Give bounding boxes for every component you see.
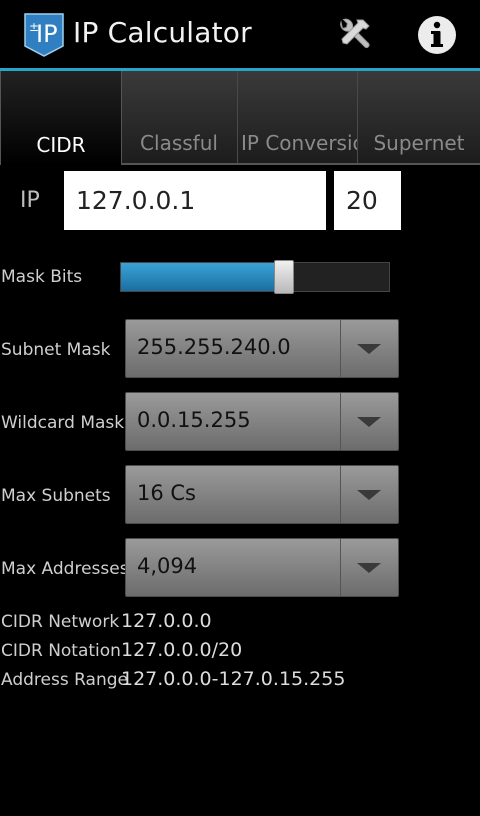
max-subnets-label: Max Subnets	[1, 486, 111, 506]
tools-icon[interactable]	[333, 16, 373, 56]
mask-bits-label: Mask Bits	[1, 267, 83, 287]
tab-label: Supernet	[373, 131, 465, 155]
cidr-notation-value: 127.0.0.0/20	[121, 639, 243, 661]
subnet-mask-label: Subnet Mask	[1, 340, 111, 360]
app-title: IP Calculator	[73, 16, 252, 49]
max-addresses-value: 4,094	[137, 554, 198, 578]
app-logo-icon: ± IP	[24, 13, 64, 57]
dropdown-separator	[340, 320, 341, 377]
cidr-network-value: 127.0.0.0	[121, 610, 212, 632]
chevron-down-icon	[357, 490, 381, 500]
chevron-down-icon	[357, 344, 381, 354]
tab-classful[interactable]: Classful	[121, 71, 238, 163]
ip-input[interactable]	[64, 171, 326, 230]
action-bar: ± IP IP Calculator	[0, 0, 480, 71]
tab-baseline	[121, 163, 480, 165]
address-range-label: Address Range	[1, 670, 128, 690]
tab-supernet[interactable]: Supernet	[358, 71, 480, 163]
max-addresses-dropdown[interactable]: 4,094	[125, 538, 399, 597]
tab-label: CIDR	[36, 133, 86, 157]
max-subnets-dropdown[interactable]: 16 Cs	[125, 465, 399, 524]
tab-label: IP Conversion	[241, 131, 357, 155]
wildcard-mask-label: Wildcard Mask	[1, 413, 125, 433]
wildcard-mask-value: 0.0.15.255	[137, 408, 251, 432]
info-icon[interactable]	[416, 14, 458, 56]
cidr-notation-label: CIDR Notation	[1, 641, 121, 661]
chevron-down-icon	[357, 417, 381, 427]
address-range-value: 127.0.0.0-127.0.15.255	[121, 668, 346, 690]
slider-thumb[interactable]	[274, 260, 295, 294]
tab-ip-conversion[interactable]: IP Conversion	[238, 71, 358, 163]
chevron-down-icon	[357, 563, 381, 573]
dropdown-separator	[340, 539, 341, 596]
mask-bits-input[interactable]	[334, 171, 401, 230]
dropdown-separator	[340, 466, 341, 523]
wildcard-mask-dropdown[interactable]: 0.0.15.255	[125, 392, 399, 451]
tab-label: Classful	[140, 131, 218, 155]
subnet-mask-dropdown[interactable]: 255.255.240.0	[125, 319, 399, 378]
cidr-network-label: CIDR Network	[1, 612, 120, 632]
app-logo-text: IP	[36, 20, 58, 48]
tab-cidr[interactable]: CIDR	[0, 71, 122, 165]
max-subnets-value: 16 Cs	[137, 481, 197, 505]
slider-fill	[121, 263, 285, 291]
dropdown-separator	[340, 393, 341, 450]
max-addresses-label: Max Addresses	[1, 559, 129, 579]
subnet-mask-value: 255.255.240.0	[137, 335, 291, 359]
tab-bar: CIDR Classful IP Conversion Supernet	[0, 71, 480, 165]
ip-label: IP	[20, 188, 40, 213]
mask-bits-slider[interactable]	[120, 260, 390, 294]
